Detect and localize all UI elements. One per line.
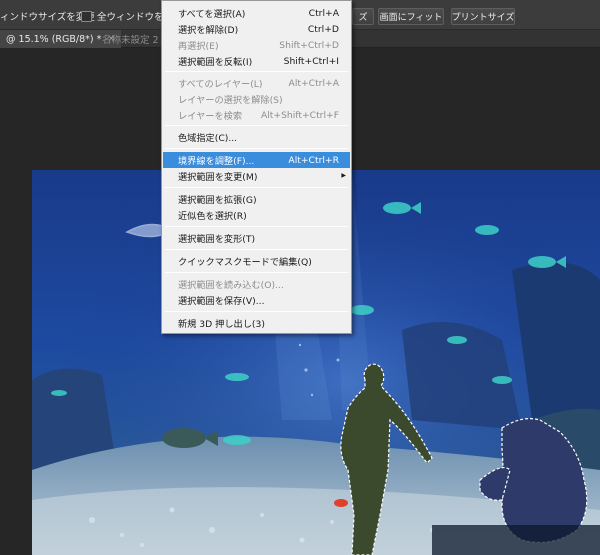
menu-item-new-3d-extrusion[interactable]: 新規 3D 押し出し(3) (163, 315, 350, 331)
select-menu-dropdown: すべてを選択(A) Ctrl+A 選択を解除(D) Ctrl+D 再選択(E) … (161, 0, 352, 334)
triangle-right-icon: ▶ (341, 172, 346, 179)
menu-item-inverse[interactable]: 選択範囲を反転(I) Shift+Ctrl+I (163, 53, 350, 69)
menu-separator (165, 148, 348, 149)
menu-item-all-layers[interactable]: すべてのレイヤー(L) Alt+Ctrl+A (163, 75, 350, 91)
zoom-button[interactable]: ズ (352, 8, 374, 25)
menu-item-find-layers[interactable]: レイヤーを検索 Alt+Shift+Ctrl+F (163, 107, 350, 123)
menu-item-modify[interactable]: 選択範囲を変更(M) ▶ (163, 168, 350, 184)
tab-title: @ 15.1% (RGB/8*) * (6, 33, 102, 45)
menu-item-save-selection[interactable]: 選択範囲を保存(V)... (163, 292, 350, 308)
menu-item-quick-mask[interactable]: クイックマスクモードで編集(Q) (163, 253, 350, 269)
menu-separator (165, 226, 348, 227)
menu-item-select-all[interactable]: すべてを選択(A) Ctrl+A (163, 5, 350, 21)
menu-separator (165, 272, 348, 273)
menu-item-grow[interactable]: 選択範囲を拡張(G) (163, 191, 350, 207)
menu-item-deselect[interactable]: 選択を解除(D) Ctrl+D (163, 21, 350, 37)
menu-separator (165, 187, 348, 188)
menu-separator (165, 71, 348, 72)
menu-item-deselect-layers[interactable]: レイヤーの選択を解除(S) (163, 91, 350, 107)
menu-item-color-range[interactable]: 色域指定(C)... (163, 129, 350, 145)
print-size-button[interactable]: プリントサイズ (451, 8, 515, 25)
menu-separator (165, 125, 348, 126)
menu-item-transform-selection[interactable]: 選択範囲を変形(T) (163, 230, 350, 246)
menu-separator (165, 311, 348, 312)
menu-item-load-selection[interactable]: 選択範囲を読み込む(O)... (163, 276, 350, 292)
zoom-all-windows-checkbox[interactable] (81, 10, 92, 22)
menu-item-refine-edge[interactable]: 境界線を調整(F)... Alt+Ctrl+R (163, 152, 350, 168)
menu-item-reselect[interactable]: 再選択(E) Shift+Ctrl+D (163, 37, 350, 53)
menu-separator (165, 249, 348, 250)
menu-item-similar[interactable]: 近似色を選択(R) (163, 207, 350, 223)
fit-screen-button[interactable]: 画面にフィット (378, 8, 444, 25)
